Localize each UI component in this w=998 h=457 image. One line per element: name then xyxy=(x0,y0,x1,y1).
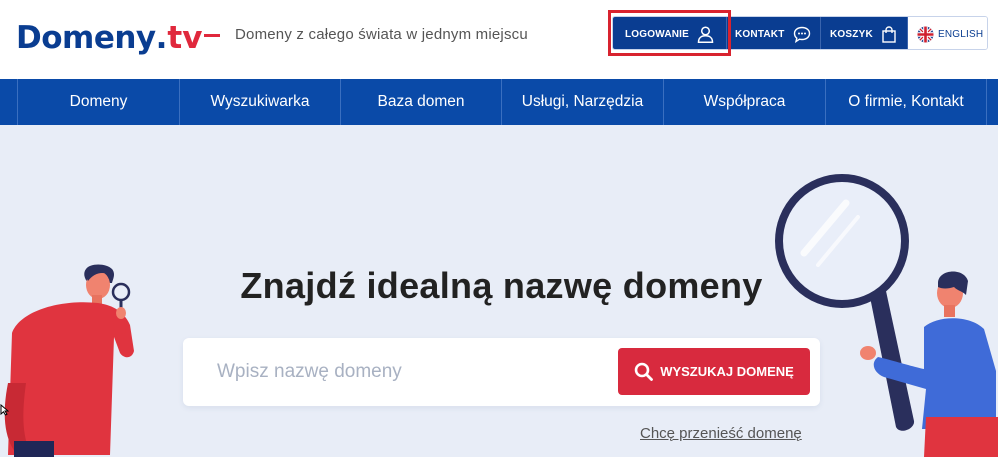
site-logo[interactable]: Domeny. tv xyxy=(16,14,221,56)
language-label: ENGLISH xyxy=(938,28,984,40)
top-actions: LOGOWANIE KONTAKT KOSZYK ENGLISH xyxy=(612,16,988,50)
big-magnifier-illustration xyxy=(775,174,998,457)
search-domain-button[interactable]: WYSZUKAJ DOMENĘ xyxy=(618,348,810,395)
search-button-label: WYSZUKAJ DOMENĘ xyxy=(660,364,794,379)
page: Domeny. tv Domeny z całego świata w jedny… xyxy=(0,0,998,457)
login-label: LOGOWANIE xyxy=(625,28,690,40)
chat-bubble-icon xyxy=(793,26,811,43)
mouse-cursor-icon xyxy=(0,404,9,416)
hero-title: Znajdź idealną nazwę domeny xyxy=(240,265,763,306)
hero-section: Znajdź idealną nazwę domeny WYSZUKAJ DOM… xyxy=(0,125,998,457)
header: Domeny. tv Domeny z całego świata w jedny… xyxy=(0,0,998,79)
nav-item-uslugi-narzedzia[interactable]: Usługi, Narzędzia xyxy=(501,79,663,125)
cart-button[interactable]: KOSZYK xyxy=(821,17,908,49)
shopping-bag-icon xyxy=(881,25,897,43)
cart-label: KOSZYK xyxy=(830,28,873,40)
nav-item-domeny[interactable]: Domeny xyxy=(17,79,179,125)
logo-text: Domeny xyxy=(16,20,156,56)
logo-dot: . xyxy=(155,20,168,56)
nav-item-wyszukiwarka[interactable]: Wyszukiwarka xyxy=(179,79,340,125)
language-button[interactable]: ENGLISH xyxy=(908,17,987,49)
search-icon xyxy=(634,362,654,381)
logo-tld: tv xyxy=(167,20,203,56)
login-button[interactable]: LOGOWANIE xyxy=(613,17,727,49)
user-icon xyxy=(697,25,714,43)
nav-item-baza-domen[interactable]: Baza domen xyxy=(340,79,501,125)
contact-label: KONTAKT xyxy=(735,28,785,40)
uk-flag-icon xyxy=(917,26,934,43)
main-nav: Domeny Wyszukiwarka Baza domen Usługi, N… xyxy=(0,79,998,125)
tagline: Domeny z całego świata w jednym miejscu xyxy=(235,26,528,43)
domain-search-box: WYSZUKAJ DOMENĘ xyxy=(183,338,820,406)
logo-dash xyxy=(204,34,221,37)
domain-search-input[interactable] xyxy=(203,352,603,392)
transfer-domain-link[interactable]: Chcę przenieść domenę xyxy=(640,425,802,442)
contact-button[interactable]: KONTAKT xyxy=(727,17,821,49)
nav-item-wspolpraca[interactable]: Współpraca xyxy=(663,79,825,125)
nav-item-o-firmie-kontakt[interactable]: O firmie, Kontakt xyxy=(825,79,987,125)
